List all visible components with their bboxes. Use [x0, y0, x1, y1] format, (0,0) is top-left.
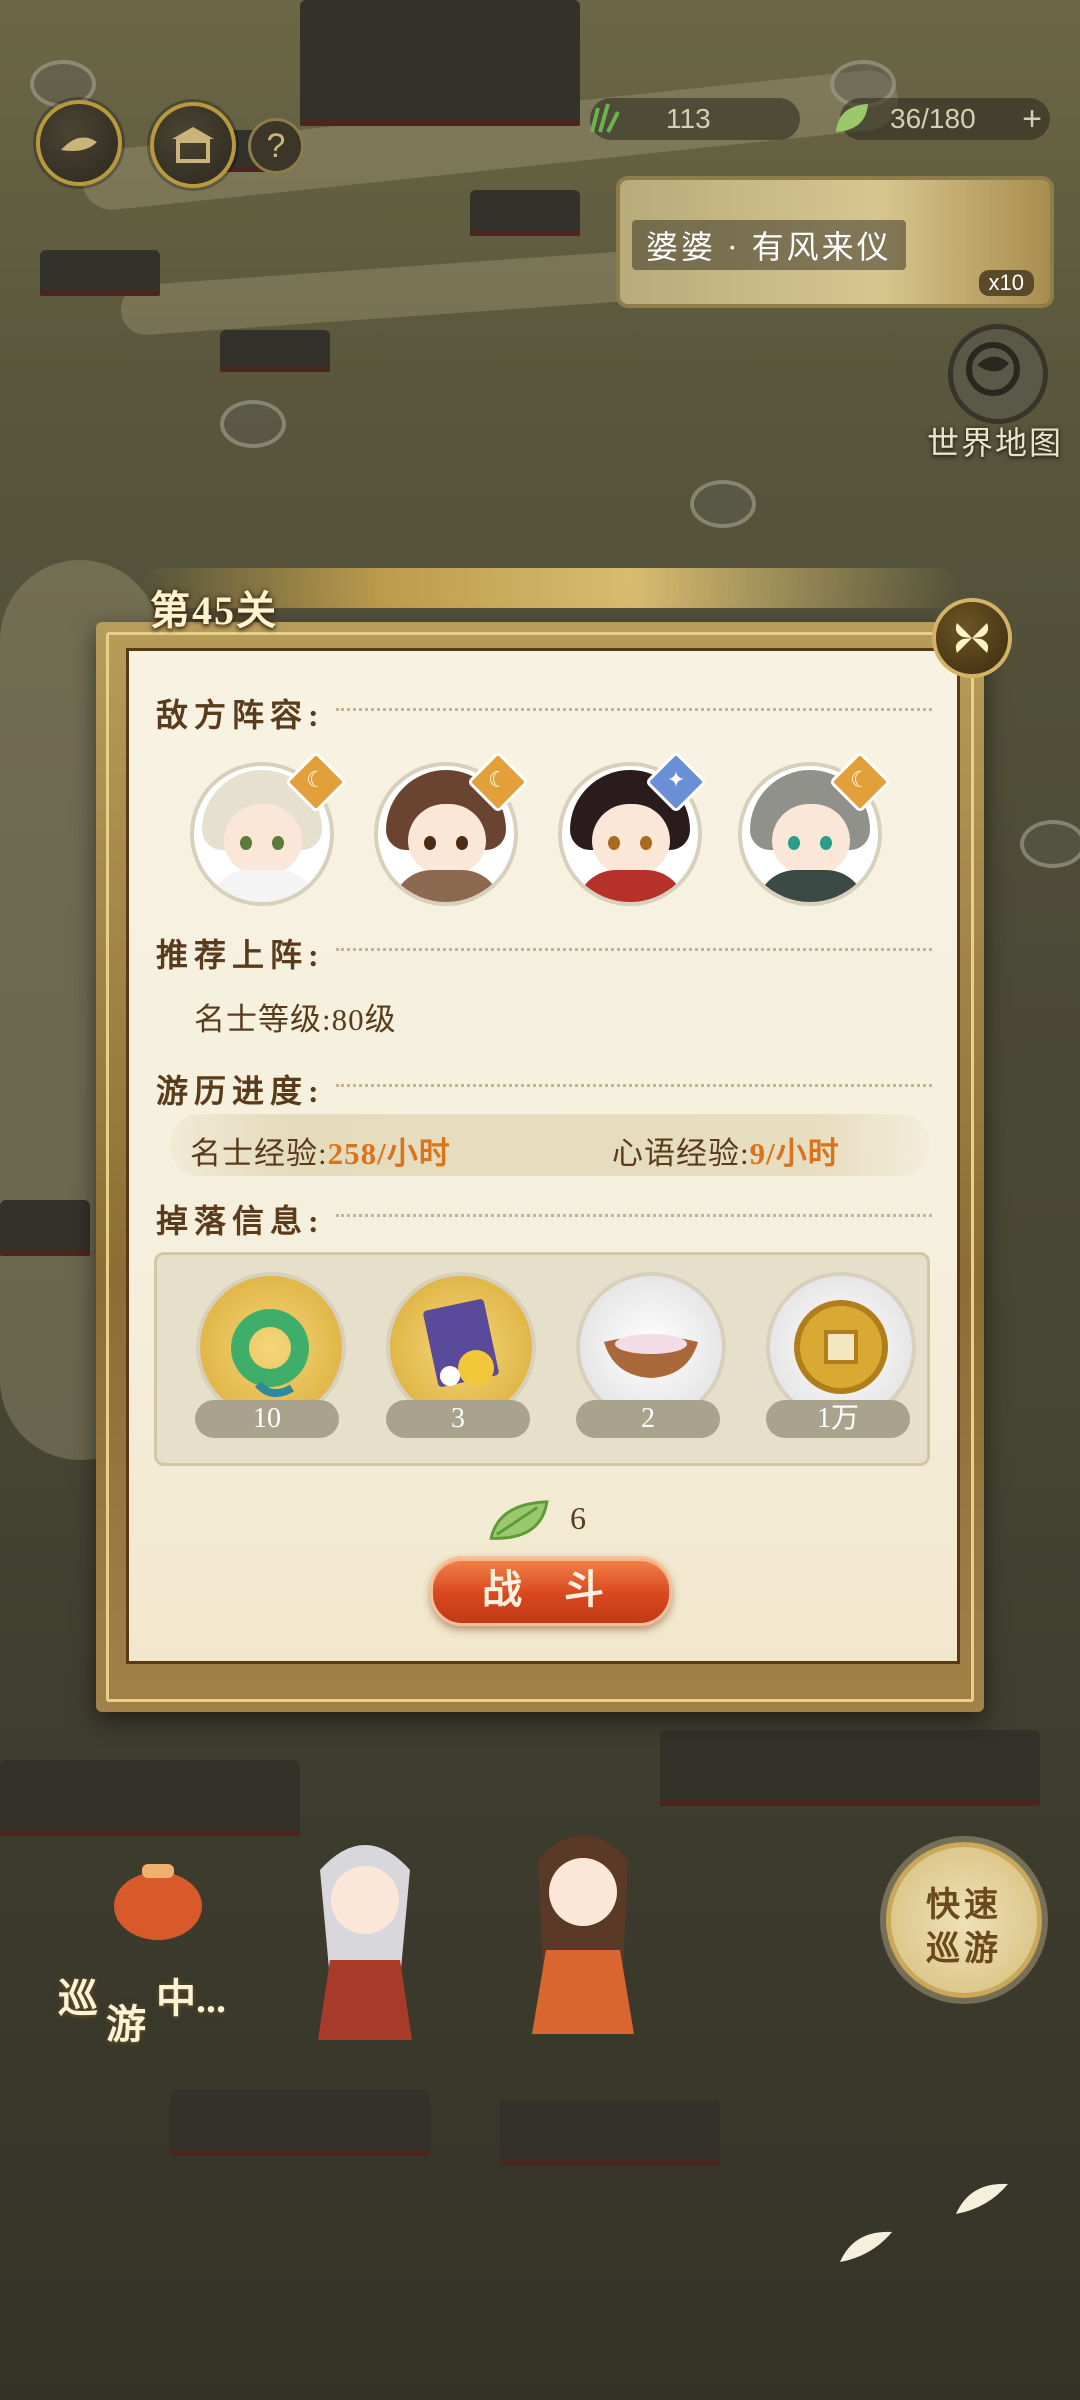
recommend-level: 名士等级:80级	[194, 994, 397, 1039]
heart-exp: 心语经验:9/小时	[612, 1128, 840, 1173]
hero-exp: 名士经验:258/小时	[190, 1128, 451, 1173]
petal-icon	[956, 2183, 1008, 2214]
traveling-char: 中...	[156, 1976, 226, 2021]
traveling-char: 巡	[58, 1976, 98, 2021]
cost-value: 6	[570, 1500, 586, 1536]
traveling-status: 中...	[156, 1966, 226, 2024]
avatar-body	[392, 870, 502, 902]
add-stamina-button[interactable]: +	[1022, 98, 1042, 140]
drop-count: 10	[195, 1400, 339, 1438]
quick-travel-button[interactable]: 快速 巡游	[886, 1842, 1042, 1998]
fight-button[interactable]: 战 斗	[430, 1556, 672, 1626]
avatar-face	[408, 804, 486, 874]
avatar-body	[208, 870, 318, 902]
pavilion-icon	[172, 127, 214, 163]
event-title: 婆婆 · 有风来仪	[632, 220, 906, 270]
progress-section-title: 游历进度:	[156, 1073, 325, 1109]
jade-pendant-icon	[231, 1309, 309, 1398]
section-divider	[336, 1084, 932, 1087]
character-sprite-2[interactable]	[518, 1820, 648, 2040]
hero-exp-value: 258/小时	[327, 1136, 451, 1171]
avatar-eye	[240, 836, 252, 850]
resource-counter: 113	[590, 98, 800, 140]
stamina-counter: 36/180 +	[836, 98, 1050, 140]
teapot-icon	[114, 1864, 202, 1940]
leaf-icon	[836, 104, 868, 132]
drop-count: 3	[386, 1400, 530, 1438]
scroll-chrysanthemum-icon	[423, 1299, 499, 1387]
moon-icon: ☾	[306, 768, 326, 793]
traveling-status: 巡	[58, 1966, 98, 2024]
traveling-char: 游	[106, 2002, 146, 2047]
drop-count: 1万	[766, 1400, 910, 1438]
avatar-eye	[820, 836, 832, 850]
character-sprite-1[interactable]	[300, 1830, 430, 2050]
avatar-eye	[640, 836, 652, 850]
avatar-body	[756, 870, 866, 902]
help-icon: ?	[266, 127, 286, 165]
avatar-face	[772, 804, 850, 874]
hud-building-button[interactable]	[150, 102, 236, 188]
stamina-value: 36/180	[890, 103, 976, 134]
quick-travel-line-2: 巡游	[926, 1931, 1002, 1968]
rice-bowl-icon	[604, 1334, 698, 1378]
stage-title: 第45关	[150, 588, 278, 633]
heart-exp-label: 心语经验:	[612, 1136, 750, 1171]
event-count: x10	[978, 270, 1034, 296]
avatar-eye	[456, 836, 468, 850]
section-divider	[336, 708, 932, 711]
close-icon	[955, 623, 989, 653]
leaf-cost-icon	[489, 1500, 549, 1540]
quick-travel-line-1: 快速	[926, 1887, 1002, 1924]
avatar-face	[224, 804, 302, 874]
recommend-level-label: 名士等级:	[194, 1002, 332, 1037]
hero-exp-label: 名士经验:	[190, 1136, 328, 1171]
avatar-eye	[424, 836, 436, 850]
avatar-eye	[608, 836, 620, 850]
copper-coin-icon	[794, 1300, 888, 1394]
close-button[interactable]	[932, 598, 1012, 678]
drop-section-title: 掉落信息:	[156, 1203, 325, 1239]
section-divider	[336, 1214, 932, 1217]
event-banner[interactable]: 婆婆 · 有风来仪 x10	[616, 176, 1054, 308]
avatar-eye	[272, 836, 284, 850]
compass-icon	[966, 342, 1020, 396]
traveling-status: 游	[106, 1992, 146, 2050]
star-icon: ✦	[666, 768, 686, 793]
help-button[interactable]: ?	[248, 118, 304, 174]
section-divider	[336, 948, 932, 951]
world-map-label: 世界地图	[926, 425, 1063, 461]
avatar-eye	[788, 836, 800, 850]
avatar-face	[592, 804, 670, 874]
recommend-level-value: 80级	[331, 1002, 397, 1037]
enemy-section-title: 敌方阵容:	[156, 697, 325, 733]
scroll-icon	[61, 137, 97, 151]
hud-menu-button[interactable]	[36, 100, 122, 186]
world-map-button[interactable]	[948, 324, 1048, 424]
heart-exp-value: 9/小时	[749, 1136, 840, 1171]
drop-count: 2	[576, 1400, 720, 1438]
petal-icon	[840, 2231, 892, 2262]
avatar-body	[576, 870, 686, 902]
moon-icon: ☾	[488, 768, 508, 793]
recommend-section-title: 推荐上阵:	[156, 937, 325, 973]
resource-value: 113	[666, 103, 711, 134]
grass-icon	[590, 103, 620, 133]
moon-icon: ☾	[850, 768, 870, 793]
